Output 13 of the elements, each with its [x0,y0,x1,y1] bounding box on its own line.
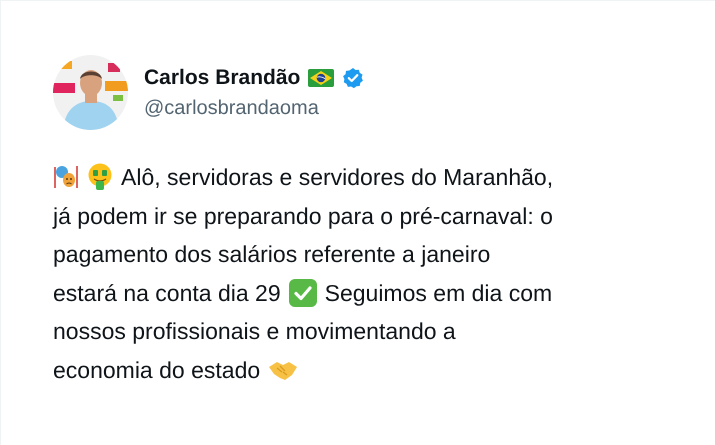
tweet-text: estará na conta dia 29 [53,278,281,308]
author-name: Carlos Brandão [144,64,300,91]
check-mark-icon [288,278,317,307]
tweet-text: já podem ir se preparando para o pré-carnaval: o [53,202,553,231]
tweet-text: nossos profissionais e movimentando a [53,317,456,346]
money-face-icon [87,163,113,192]
tweet-text: Alô, servidoras e servidores do Maranhão, [121,163,554,192]
tweet-text: pagamento dos salários referente a janeiro [53,240,490,269]
brazil-flag-icon [308,68,334,86]
author-handle: @carlosbrandaoma [144,96,320,122]
tweet-text: Seguimos em dia com [324,278,552,308]
theater-masks-icon [53,164,79,190]
tweet-text: economia do estado [53,356,260,384]
